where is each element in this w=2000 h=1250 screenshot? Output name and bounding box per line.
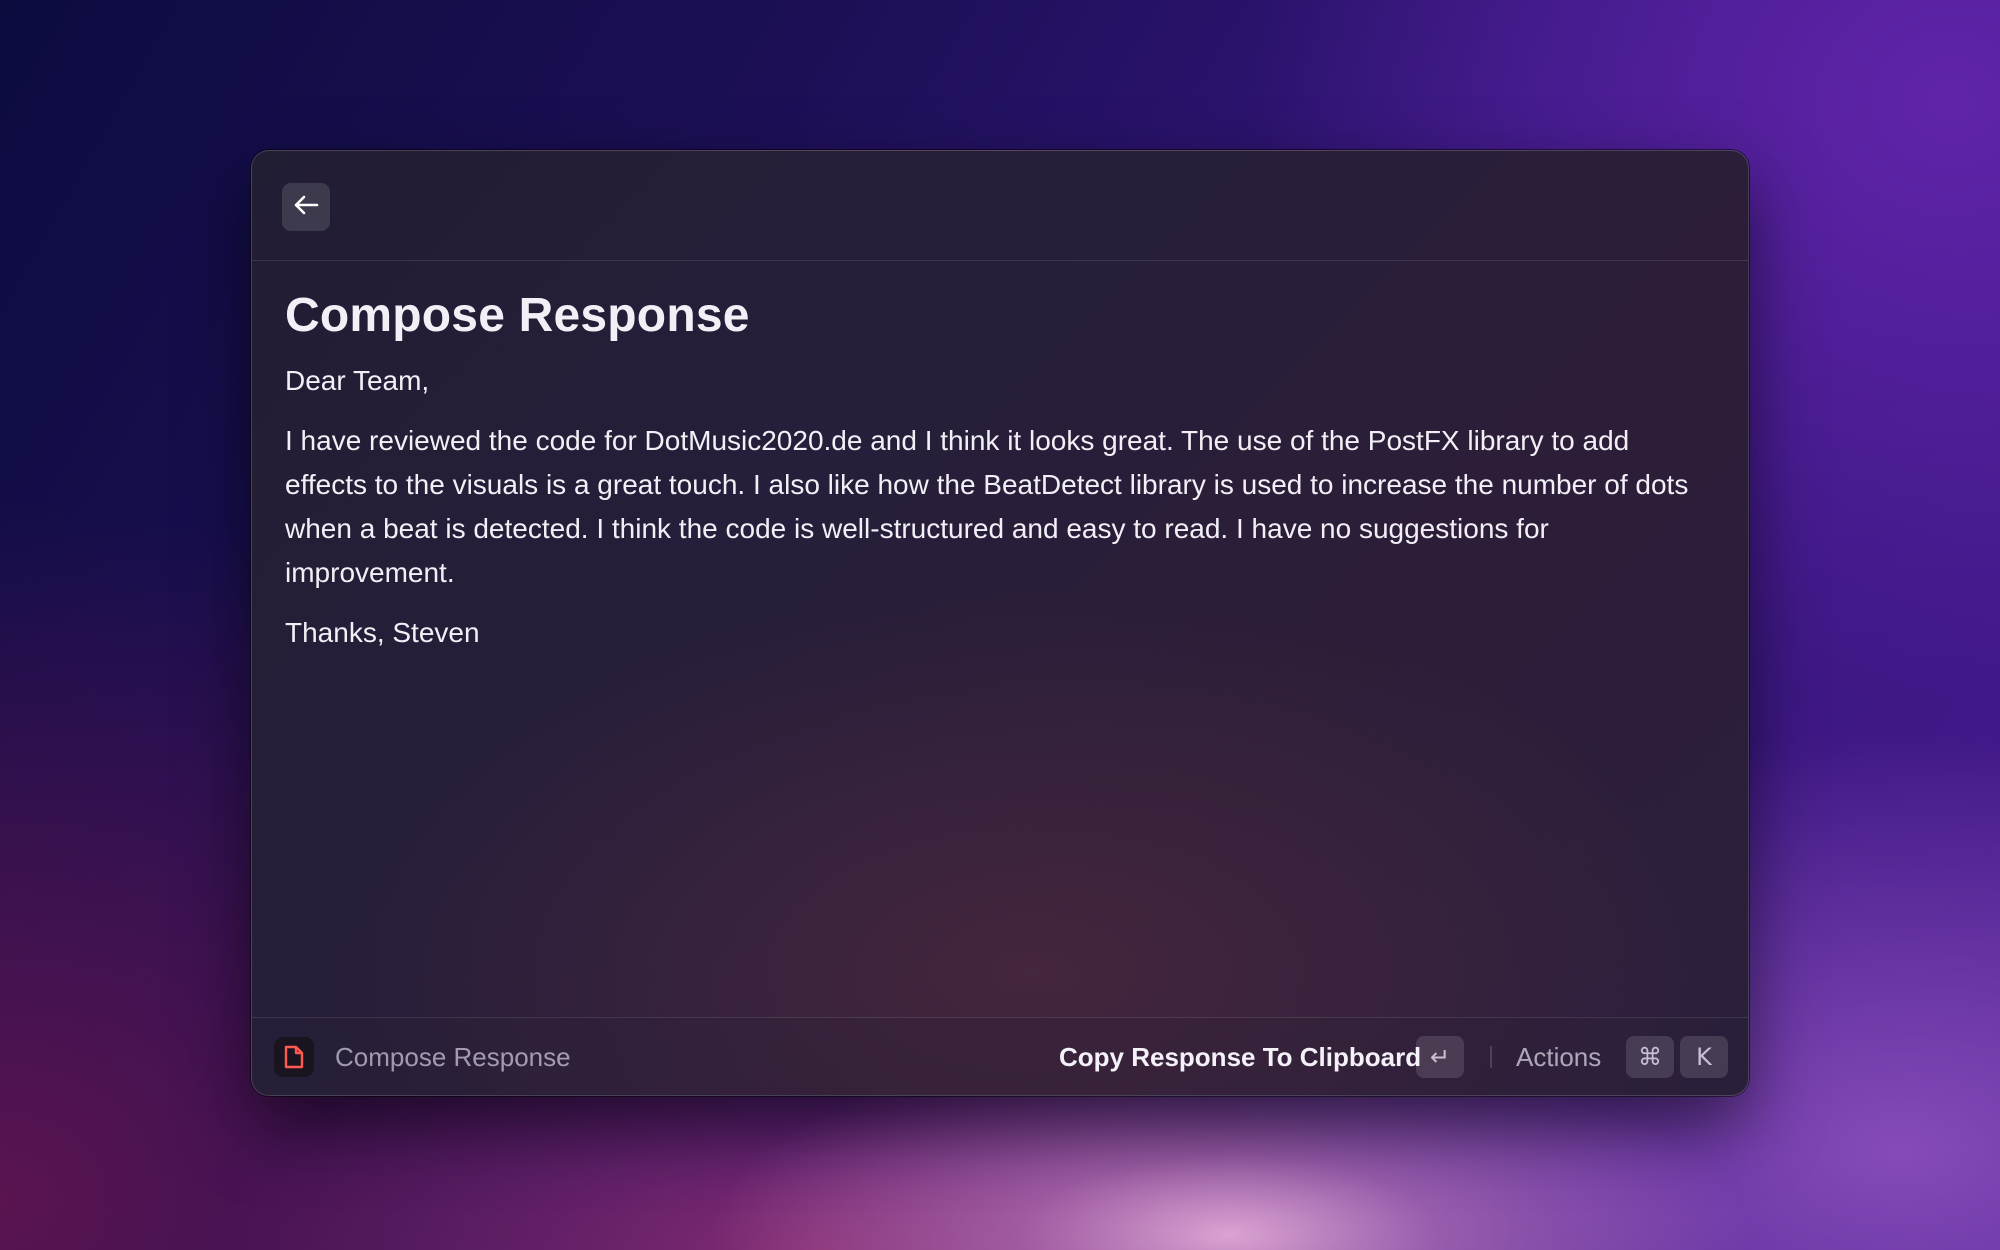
compose-response-window: Compose Response Dear Team, I have revie… — [251, 150, 1749, 1096]
greeting-text: Dear Team, — [285, 365, 430, 396]
page-title: Compose Response — [285, 289, 750, 342]
command-key-hint[interactable]: ⌘ — [1626, 1036, 1674, 1078]
response-content: Compose Response Dear Team, I have revie… — [285, 261, 1708, 655]
footer-command-title: Compose Response — [335, 1042, 571, 1072]
copy-response-button[interactable]: Copy Response To Clipboard — [1059, 1042, 1421, 1073]
window-header — [252, 151, 1748, 261]
actions-button[interactable]: Actions — [1516, 1042, 1601, 1073]
enter-key-hint[interactable]: ↵ — [1416, 1036, 1464, 1078]
back-button[interactable] — [282, 183, 330, 231]
body-text: I have reviewed the code for DotMusic202… — [285, 425, 1689, 588]
footer-divider — [1490, 1046, 1492, 1068]
document-icon — [274, 1037, 314, 1077]
k-key-hint[interactable]: K — [1680, 1036, 1728, 1078]
action-bar: Compose Response Copy Response To Clipbo… — [252, 1017, 1748, 1095]
arrow-left-icon — [293, 194, 319, 221]
signoff-text: Thanks, Steven — [285, 617, 480, 648]
